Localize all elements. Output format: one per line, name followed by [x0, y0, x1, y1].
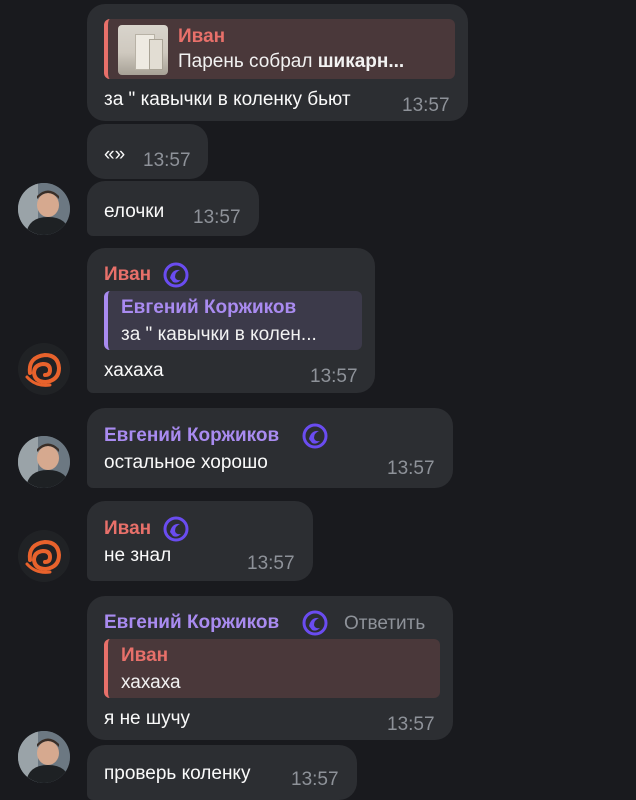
user-avatar[interactable] — [18, 530, 70, 582]
reply-author: Евгений Коржиков — [121, 297, 297, 318]
message-bubble[interactable]: Иван не знал 13:57 — [87, 501, 313, 581]
reply-preview[interactable]: Иван Парень собрал шикарн... — [104, 19, 455, 79]
message-text: елочки — [104, 201, 165, 222]
user-avatar[interactable] — [18, 436, 70, 488]
reply-preview[interactable]: Иван хахаха — [104, 639, 440, 698]
sender-name[interactable]: Евгений Коржиков — [104, 425, 279, 447]
premium-emoji-status-icon[interactable] — [302, 610, 328, 636]
message-time: 13:57 — [291, 769, 339, 790]
message-text: хахаха — [104, 360, 164, 381]
person-photo-icon — [18, 731, 70, 783]
message-time: 13:57 — [387, 714, 435, 735]
reply-preview[interactable]: Евгений Коржиков за " кавычки в колен... — [104, 291, 362, 350]
message-text: «» — [104, 144, 126, 165]
person-photo-icon — [18, 436, 70, 488]
sender-name[interactable]: Иван — [104, 264, 151, 286]
reply-text: хахаха — [121, 672, 181, 693]
premium-emoji-status-icon[interactable] — [163, 516, 189, 542]
message-bubble[interactable]: «» 13:57 — [87, 124, 208, 179]
message-bubble[interactable]: Иван Парень собрал шикарн... за " кавычк… — [87, 4, 468, 121]
message-text: проверь коленку — [104, 763, 251, 784]
sender-name[interactable]: Иван — [104, 518, 151, 540]
message-time: 13:57 — [402, 95, 450, 116]
message-bubble[interactable]: Евгений Коржиков Ответить Иван хахаха я … — [87, 596, 453, 740]
reply-thumbnail-image — [118, 25, 168, 75]
reply-action-link[interactable]: Ответить — [344, 613, 425, 635]
message-text: остальное хорошо — [104, 452, 268, 473]
premium-emoji-status-icon[interactable] — [163, 262, 189, 288]
message-time: 13:57 — [193, 207, 241, 228]
reply-text: Парень собрал шикарн... — [178, 51, 405, 72]
message-time: 13:57 — [143, 150, 191, 171]
user-avatar[interactable] — [18, 183, 70, 235]
orange-swirl-logo-icon — [18, 343, 70, 395]
reply-author: Иван — [121, 645, 169, 666]
orange-swirl-logo-icon — [18, 530, 70, 582]
message-text: за " кавычки в коленку бьют — [104, 89, 351, 110]
message-time: 13:57 — [310, 366, 358, 387]
sender-name[interactable]: Евгений Коржиков — [104, 612, 279, 634]
reply-text: за " кавычки в колен... — [121, 324, 317, 345]
message-time: 13:57 — [247, 553, 295, 574]
message-bubble[interactable]: елочки 13:57 — [87, 181, 259, 236]
message-bubble[interactable]: проверь коленку 13:57 — [87, 745, 357, 800]
message-text: не знал — [104, 545, 172, 566]
message-text: я не шучу — [104, 708, 191, 729]
message-time: 13:57 — [387, 458, 435, 479]
message-bubble[interactable]: Евгений Коржиков остальное хорошо 13:57 — [87, 408, 453, 488]
premium-emoji-status-icon[interactable] — [302, 423, 328, 449]
message-bubble[interactable]: Иван Евгений Коржиков за " кавычки в кол… — [87, 248, 375, 393]
person-photo-icon — [18, 183, 70, 235]
user-avatar[interactable] — [18, 731, 70, 783]
reply-author: Иван — [178, 26, 226, 47]
user-avatar[interactable] — [18, 343, 70, 395]
